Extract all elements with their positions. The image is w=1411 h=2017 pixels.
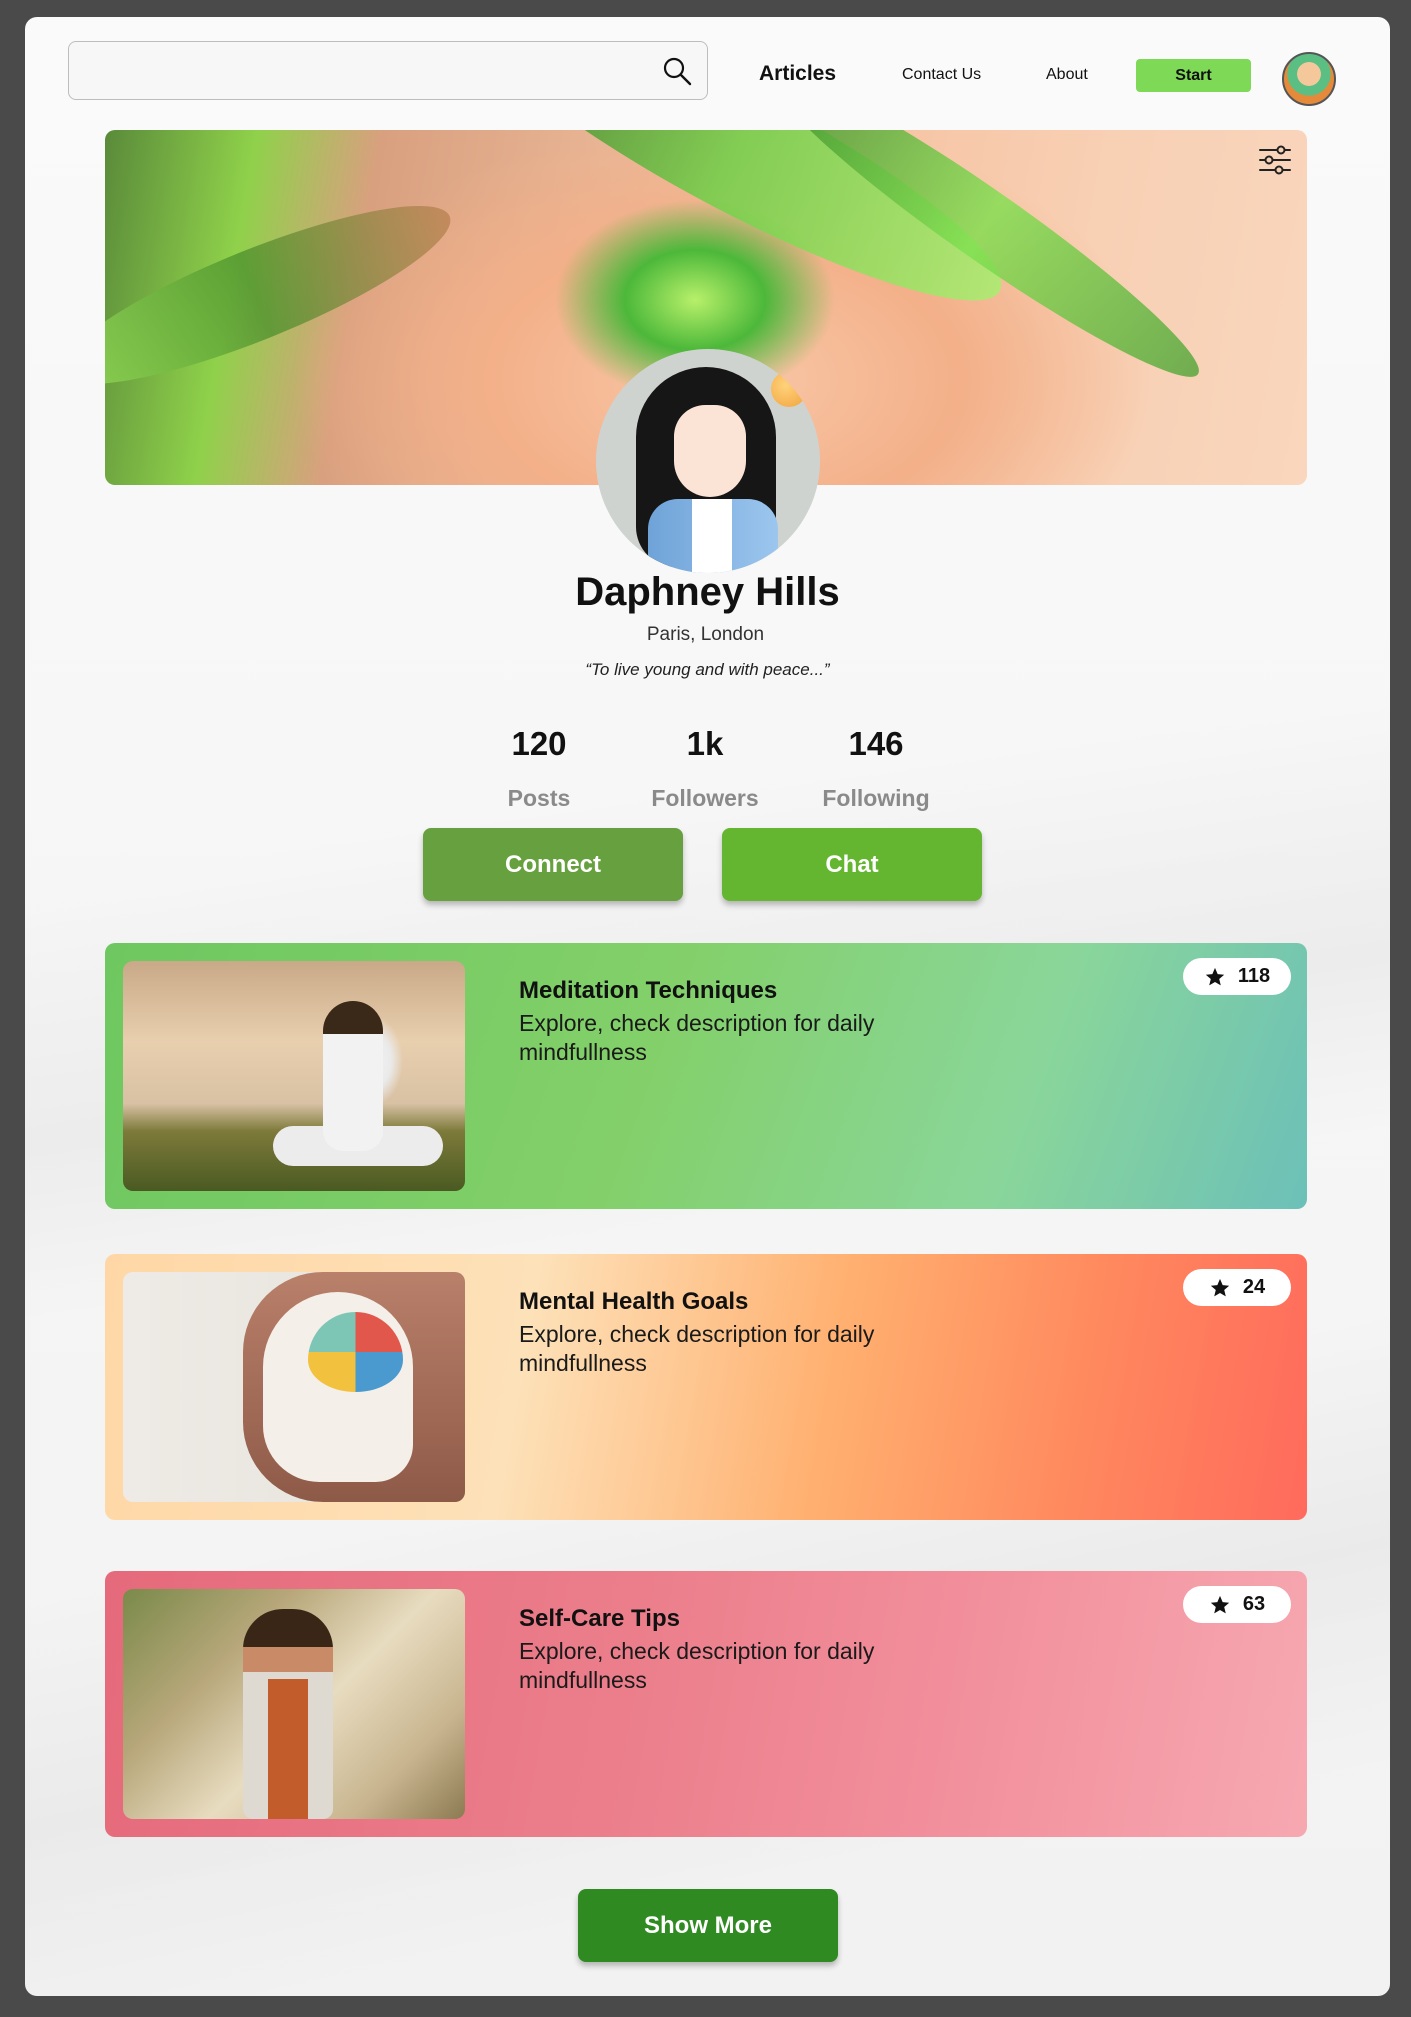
search-input[interactable] [69, 42, 629, 99]
article-title: Mental Health Goals [519, 1288, 749, 1315]
stat-label: Posts [507, 785, 571, 811]
article-card-mental-health[interactable]: Mental Health Goals Explore, check descr… [105, 1254, 1307, 1520]
stat-value: 146 [848, 725, 904, 762]
user-avatar[interactable] [1282, 52, 1336, 106]
profile-location: Paris, London [646, 624, 765, 645]
article-card-self-care[interactable]: Self-Care Tips Explore, check descriptio… [105, 1571, 1307, 1837]
stat-posts[interactable]: 120 Posts [459, 725, 619, 812]
article-thumbnail [123, 961, 465, 1191]
nav-articles-link[interactable]: Articles [759, 62, 836, 86]
connect-button[interactable]: Connect [423, 828, 683, 901]
stat-following[interactable]: 146 Following [796, 725, 956, 812]
star-icon [1210, 1278, 1230, 1296]
start-button[interactable]: Start [1136, 59, 1251, 92]
thumbnail-art [323, 1001, 383, 1151]
star-icon [1210, 1595, 1230, 1613]
rating-badge[interactable]: 24 [1183, 1269, 1291, 1306]
nav-about-link[interactable]: About [1046, 66, 1088, 84]
article-title: Self-Care Tips [519, 1605, 680, 1632]
star-icon [1205, 967, 1225, 985]
stat-label: Followers [651, 785, 759, 811]
status-moon-icon [771, 371, 807, 407]
avatar-art [674, 405, 746, 497]
rating-count: 24 [1242, 1276, 1266, 1298]
show-more-button[interactable]: Show More [578, 1889, 838, 1962]
stat-value: 1k [686, 725, 724, 762]
search-icon[interactable] [661, 55, 693, 87]
rating-badge[interactable]: 63 [1183, 1586, 1291, 1623]
profile-avatar [596, 349, 820, 573]
search-bar[interactable] [68, 41, 708, 100]
profile-quote: “To live young and with peace...” [585, 660, 830, 679]
avatar-art [692, 499, 732, 573]
article-thumbnail [123, 1272, 465, 1502]
banner-art [105, 174, 467, 416]
thumbnail-art [268, 1679, 308, 1819]
article-description: Explore, check description for daily min… [519, 1638, 875, 1693]
stat-followers[interactable]: 1k Followers [625, 725, 785, 812]
article-description: Explore, check description for daily min… [519, 1010, 875, 1065]
article-thumbnail [123, 1589, 465, 1819]
stat-label: Following [822, 785, 930, 811]
rating-count: 118 [1237, 965, 1271, 987]
stat-value: 120 [511, 725, 567, 762]
profile-name: Daphney Hills [575, 570, 840, 614]
article-description: Explore, check description for daily min… [519, 1321, 875, 1376]
page-frame: Articles Contact Us About Start Daphney … [25, 17, 1390, 1996]
article-title: Meditation Techniques [519, 977, 778, 1004]
nav-contact-link[interactable]: Contact Us [902, 66, 981, 84]
article-card-meditation[interactable]: Meditation Techniques Explore, check des… [105, 943, 1307, 1209]
rating-count: 63 [1242, 1593, 1266, 1615]
sliders-icon[interactable] [1257, 142, 1293, 178]
chat-button[interactable]: Chat [722, 828, 982, 901]
rating-badge[interactable]: 118 [1183, 958, 1291, 995]
